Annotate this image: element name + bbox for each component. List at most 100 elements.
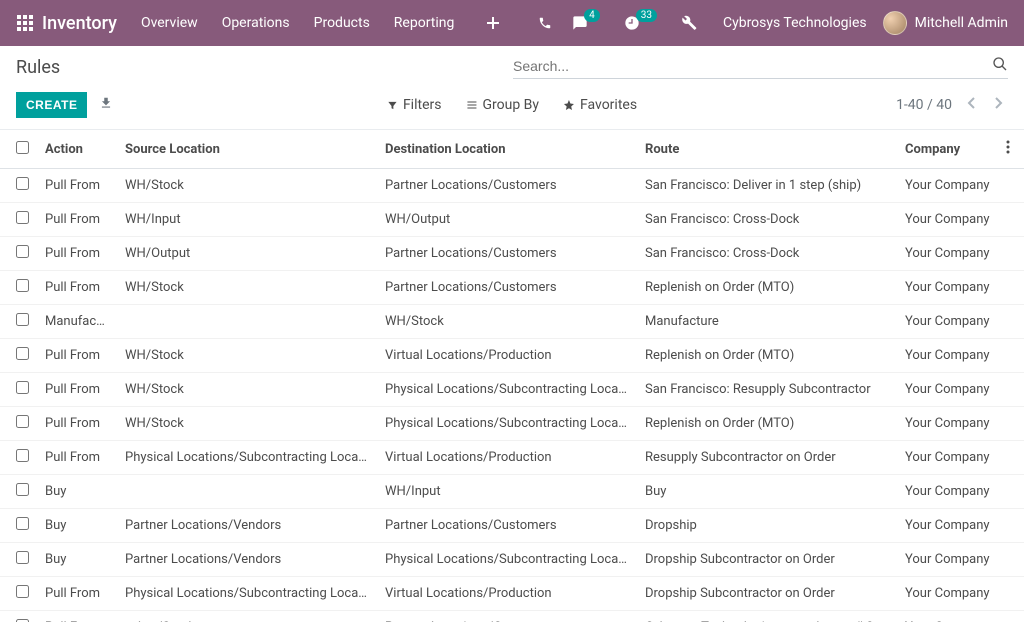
table-row[interactable]: BuyPartner Locations/VendorsPhysical Loc… — [0, 543, 1024, 577]
table-row[interactable]: Pull Fromcybro/StockPartner Locations/Cu… — [0, 611, 1024, 623]
phone-icon[interactable] — [538, 16, 552, 30]
search-input[interactable] — [513, 58, 992, 74]
cell-route: Replenish on Order (MTO) — [637, 271, 897, 305]
table-row[interactable]: Pull FromWH/StockVirtual Locations/Produ… — [0, 339, 1024, 373]
breadcrumb: Rules — [16, 57, 60, 78]
wrench-icon[interactable] — [681, 15, 697, 31]
col-company[interactable]: Company — [897, 130, 998, 169]
row-checkbox[interactable] — [16, 517, 29, 530]
cell-destination: Virtual Locations/Production — [377, 339, 637, 373]
row-checkbox[interactable] — [16, 551, 29, 564]
create-button[interactable]: CREATE — [16, 92, 87, 118]
row-checkbox[interactable] — [16, 211, 29, 224]
row-checkbox[interactable] — [16, 245, 29, 258]
cell-company: Your Company — [897, 203, 998, 237]
row-checkbox[interactable] — [16, 449, 29, 462]
table-row[interactable]: Pull FromWH/InputWH/OutputSan Francisco:… — [0, 203, 1024, 237]
menu-products[interactable]: Products — [314, 15, 370, 31]
table-row[interactable]: Pull FromWH/StockPartner Locations/Custo… — [0, 271, 1024, 305]
table-row[interactable]: Manufactu...WH/StockManufactureYour Comp… — [0, 305, 1024, 339]
row-checkbox[interactable] — [16, 347, 29, 360]
cell-company: Your Company — [897, 509, 998, 543]
favorites-button[interactable]: Favorites — [563, 97, 637, 113]
row-checkbox[interactable] — [16, 415, 29, 428]
pager-next[interactable] — [990, 92, 1008, 118]
rules-table: Action Source Location Destination Locat… — [0, 130, 1024, 622]
filters-button[interactable]: Filters — [387, 97, 442, 113]
row-checkbox[interactable] — [16, 177, 29, 190]
apps-icon[interactable] — [16, 14, 34, 32]
cell-destination: Partner Locations/Customers — [377, 271, 637, 305]
plus-icon[interactable] — [486, 16, 500, 30]
cell-route: Resupply Subcontractor on Order — [637, 441, 897, 475]
company-selector[interactable]: Cybrosys Technologies — [723, 15, 867, 31]
cell-source: WH/Stock — [117, 271, 377, 305]
cell-company: Your Company — [897, 237, 998, 271]
cell-action: Buy — [37, 543, 117, 577]
app-name[interactable]: Inventory — [42, 13, 117, 34]
col-source[interactable]: Source Location — [117, 130, 377, 169]
table-row[interactable]: Pull FromPhysical Locations/Subcontracti… — [0, 577, 1024, 611]
row-checkbox[interactable] — [16, 279, 29, 292]
row-checkbox[interactable] — [16, 585, 29, 598]
cell-route: San Francisco: Cross-Dock — [637, 237, 897, 271]
table-row[interactable]: Pull FromWH/StockPartner Locations/Custo… — [0, 169, 1024, 203]
cell-action: Pull From — [37, 169, 117, 203]
cell-company: Your Company — [897, 441, 998, 475]
cell-route: Replenish on Order (MTO) — [637, 339, 897, 373]
cell-source: Partner Locations/Vendors — [117, 509, 377, 543]
search-icon[interactable] — [992, 56, 1008, 76]
groupby-label: Group By — [482, 97, 539, 113]
row-checkbox[interactable] — [16, 619, 29, 622]
col-destination[interactable]: Destination Location — [377, 130, 637, 169]
cell-action: Pull From — [37, 339, 117, 373]
menu-reporting[interactable]: Reporting — [394, 15, 455, 31]
table-row[interactable]: BuyPartner Locations/VendorsPartner Loca… — [0, 509, 1024, 543]
user-menu[interactable]: Mitchell Admin — [883, 11, 1008, 35]
table-row[interactable]: Pull FromPhysical Locations/Subcontracti… — [0, 441, 1024, 475]
row-checkbox[interactable] — [16, 483, 29, 496]
table-row[interactable]: Pull FromWH/StockPhysical Locations/Subc… — [0, 373, 1024, 407]
col-route[interactable]: Route — [637, 130, 897, 169]
messages-icon[interactable]: 4 — [572, 15, 604, 31]
cell-action: Pull From — [37, 237, 117, 271]
cell-action: Pull From — [37, 271, 117, 305]
activities-icon[interactable]: 33 — [624, 15, 661, 31]
menu-operations[interactable]: Operations — [222, 15, 290, 31]
pager-prev[interactable] — [962, 92, 980, 118]
table-row[interactable]: Pull FromWH/OutputPartner Locations/Cust… — [0, 237, 1024, 271]
row-checkbox[interactable] — [16, 313, 29, 326]
cell-source: WH/Stock — [117, 373, 377, 407]
cell-destination: Partner Locations/Customers — [377, 237, 637, 271]
import-icon[interactable] — [99, 96, 113, 114]
col-action[interactable]: Action — [37, 130, 117, 169]
pager-text[interactable]: 1-40 / 40 — [896, 97, 952, 113]
cell-destination: Physical Locations/Subcontracting Locati… — [377, 543, 637, 577]
table-row[interactable]: Pull FromWH/StockPhysical Locations/Subc… — [0, 407, 1024, 441]
menu-overview[interactable]: Overview — [141, 15, 198, 31]
cell-destination: Virtual Locations/Production — [377, 441, 637, 475]
cell-destination: Virtual Locations/Production — [377, 577, 637, 611]
cell-destination: Physical Locations/Subcontracting Locati… — [377, 407, 637, 441]
cell-route: Cybrosys Technologies - warehouse # 2: .… — [637, 611, 897, 623]
row-checkbox[interactable] — [16, 381, 29, 394]
cell-company: Your Company — [897, 407, 998, 441]
top-nav: Inventory Overview Operations Products R… — [0, 0, 1024, 46]
activities-badge: 33 — [636, 9, 657, 22]
cell-action: Pull From — [37, 407, 117, 441]
cell-route: Dropship Subcontractor on Order — [637, 543, 897, 577]
favorites-label: Favorites — [580, 97, 637, 113]
search-box — [513, 56, 1008, 79]
cell-route: Dropship — [637, 509, 897, 543]
cell-destination: Partner Locations/Customers — [377, 169, 637, 203]
groupby-button[interactable]: Group By — [465, 97, 539, 113]
cell-destination: WH/Input — [377, 475, 637, 509]
cell-action: Pull From — [37, 577, 117, 611]
col-options[interactable] — [998, 130, 1024, 169]
cell-company: Your Company — [897, 305, 998, 339]
cell-company: Your Company — [897, 373, 998, 407]
cell-company: Your Company — [897, 169, 998, 203]
kebab-icon — [1006, 140, 1010, 154]
select-all-checkbox[interactable] — [16, 141, 29, 154]
table-row[interactable]: BuyWH/InputBuyYour Company — [0, 475, 1024, 509]
